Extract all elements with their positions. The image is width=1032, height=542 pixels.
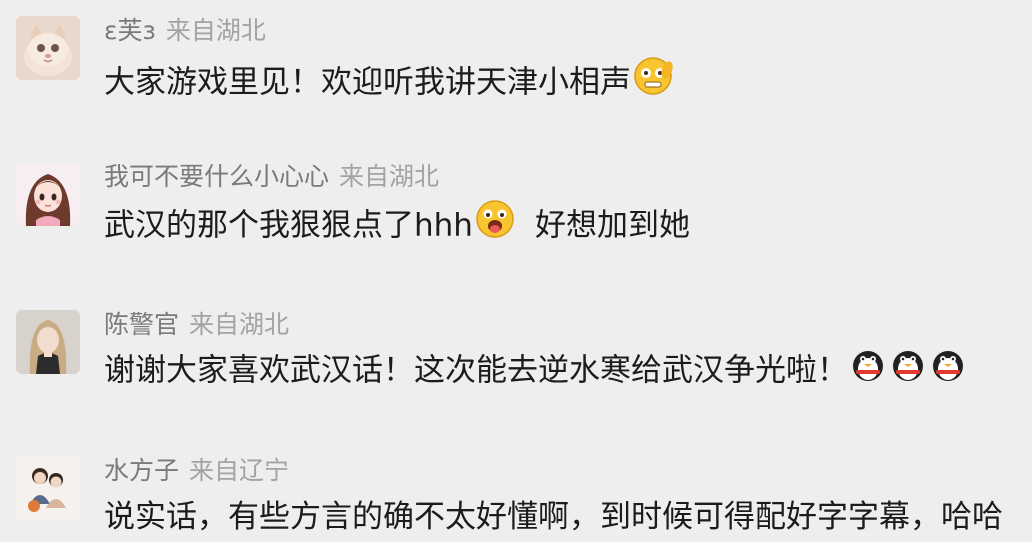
- tongue-out-emoji-icon: [473, 197, 517, 251]
- couple-avatar-icon: [16, 456, 80, 520]
- comment-text: 谢谢大家喜欢武汉话！这次能去逆水寒给武汉争光啦！: [104, 350, 968, 394]
- comment-text: 武汉的那个我狠狠点了hhh 好想加到她: [104, 200, 690, 251]
- comment-body: 说实话，有些方言的确不太好懂啊，到时候可得配好字字幕，哈哈: [104, 499, 1003, 535]
- comment-body-part1: 武汉的那个我狠狠点了hhh: [104, 207, 473, 244]
- username[interactable]: 陈警官: [104, 310, 179, 339]
- penguin-emoji-icon: [848, 344, 888, 394]
- anime-girl-avatar-icon: [16, 162, 80, 226]
- penguin-emoji-icon: [928, 344, 968, 394]
- comment-meta: 水方子 来自辽宁: [104, 456, 289, 486]
- comment-item: 水方子 来自辽宁 说实话，有些方言的确不太好懂啊，到时候可得配好字字幕，哈哈: [0, 0, 1032, 535]
- avatar[interactable]: [16, 456, 80, 520]
- comment-meta: 陈警官 来自湖北: [104, 310, 289, 340]
- comment-body: 谢谢大家喜欢武汉话！这次能去逆水寒给武汉争光啦！: [104, 352, 848, 389]
- avatar[interactable]: [16, 310, 80, 374]
- username[interactable]: 我可不要什么小心心: [104, 162, 329, 191]
- penguin-emoji-icon: [888, 344, 928, 394]
- avatar[interactable]: [16, 162, 80, 226]
- username[interactable]: 水方子: [104, 456, 179, 485]
- comment-meta: 我可不要什么小心心 来自湖北: [104, 162, 439, 192]
- comment-text: 说实话，有些方言的确不太好懂啊，到时候可得配好字字幕，哈哈: [104, 497, 1003, 537]
- comment-body-part2: 好想加到她: [534, 207, 690, 244]
- location-label: 来自湖北: [189, 310, 290, 339]
- location-label: 来自湖北: [339, 162, 440, 191]
- location-label: 来自辽宁: [189, 456, 290, 485]
- portrait-avatar-icon: [16, 310, 80, 374]
